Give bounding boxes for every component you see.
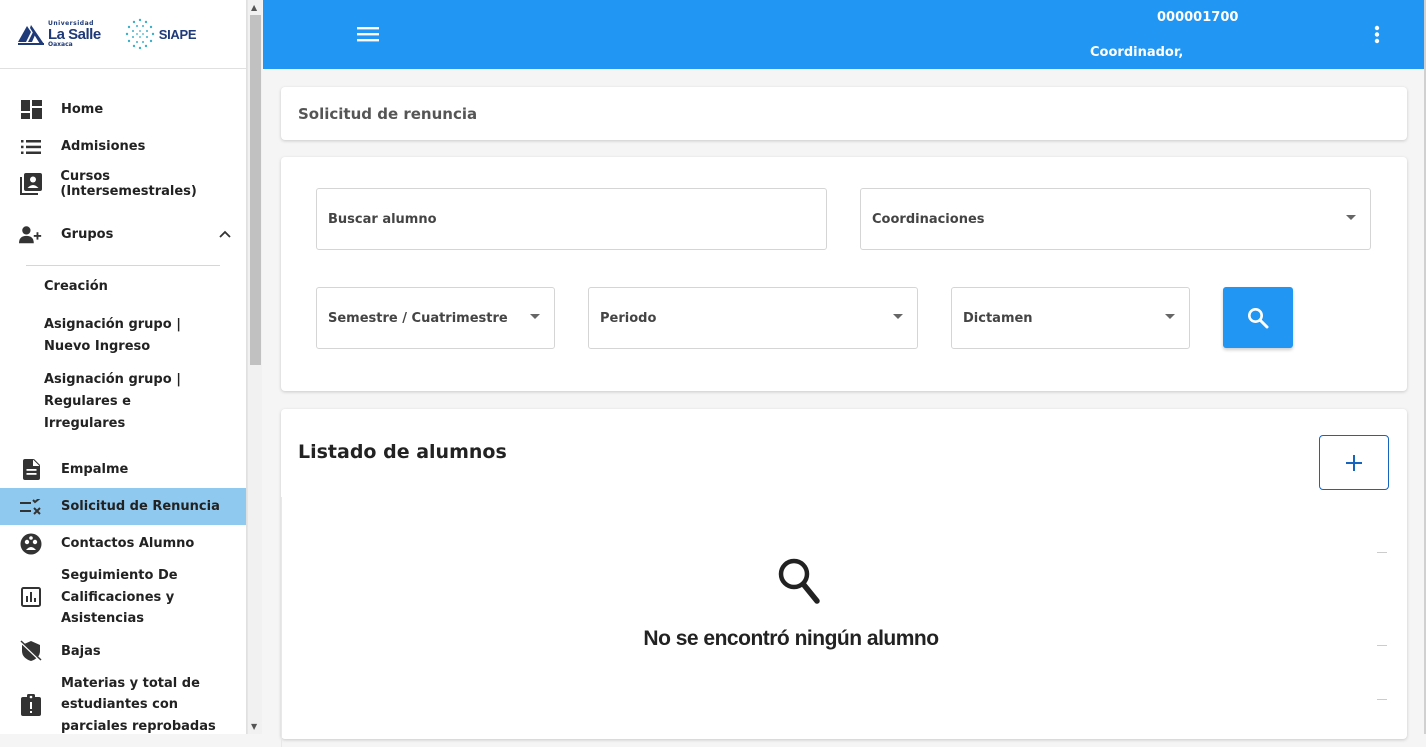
dropdown-arrow-icon <box>1346 215 1356 220</box>
periodo-label: Periodo <box>600 310 657 326</box>
search-button[interactable] <box>1223 287 1293 348</box>
top-app-bar: 000001700 Coordinador, <box>263 0 1424 69</box>
chevron-up-icon[interactable] <box>219 227 231 242</box>
sidebar-item-label: Materias y total de estudiantes con parc… <box>61 675 216 734</box>
add-button[interactable] <box>1319 435 1389 490</box>
divider-mark <box>1377 699 1387 700</box>
siape-dots-icon <box>125 18 154 50</box>
divider-mark <box>1377 552 1387 553</box>
sidebar-item-solicitud-renuncia[interactable]: Solicitud de Renuncia <box>0 488 246 525</box>
search-student-placeholder: Buscar alumno <box>328 211 437 227</box>
sidebar-subitem-creacion[interactable]: Creación <box>0 270 246 304</box>
plus-icon <box>1346 454 1362 471</box>
sidebar-item-label: Empalme <box>61 462 129 477</box>
group-circle-icon <box>19 532 43 556</box>
shield-off-icon <box>19 639 43 663</box>
student-list-card: Listado de alumnos No se encontró ningún… <box>281 409 1407 747</box>
scroll-up-arrow-icon[interactable]: ▲ <box>251 3 257 12</box>
dropdown-arrow-icon <box>530 314 540 319</box>
sidebar-item-home[interactable]: Home <box>0 91 246 128</box>
sidebar-item-label: Grupos <box>61 227 114 242</box>
sidebar-subitem-label: Asignación grupo | Nuevo Ingreso <box>44 317 181 354</box>
sidebar: Universidad La Salle Oaxaca SIAPE Home A… <box>0 0 247 734</box>
sidebar-subitem-label: Creación <box>44 279 108 294</box>
rule-icon <box>19 495 43 519</box>
lasalle-wordmark: Universidad La Salle Oaxaca <box>48 20 101 48</box>
empty-search-icon <box>778 558 820 604</box>
sidebar-item-cursos[interactable]: Cursos (Intersemestrales) <box>0 165 246 202</box>
user-id: 000001700 <box>1157 10 1239 25</box>
university-city: Oaxaca <box>48 40 73 48</box>
clipboard-alert-icon <box>19 693 43 717</box>
sidebar-item-admisiones[interactable]: Admisiones <box>0 128 246 165</box>
coordinaciones-label: Coordinaciones <box>872 211 985 227</box>
sidebar-item-materias-reprobadas[interactable]: Materias y total de estudiantes con parc… <box>0 670 246 735</box>
page-title: Solicitud de renuncia <box>298 104 478 123</box>
list-icon <box>19 135 43 159</box>
menu-icon[interactable] <box>357 26 381 46</box>
more-vert-icon[interactable] <box>1369 22 1385 46</box>
dictamen-select[interactable]: Dictamen <box>951 287 1190 349</box>
siape-wordmark: SIAPE <box>158 26 197 42</box>
sidebar-item-label: Contactos Alumno <box>61 536 195 551</box>
list-divider <box>281 497 282 747</box>
dashboard-icon <box>19 98 43 122</box>
sidebar-item-grupos[interactable]: Grupos <box>0 216 246 253</box>
contact-book-icon <box>19 172 42 196</box>
university-name: La Salle <box>48 25 101 43</box>
sidebar-item-label: Cursos (Intersemestrales) <box>60 168 197 199</box>
dropdown-arrow-icon <box>893 314 903 319</box>
lasalle-mark-icon <box>18 25 44 45</box>
coordinaciones-select[interactable]: Coordinaciones <box>860 188 1371 250</box>
sidebar-item-label: Seguimiento De Calificaciones y Asistenc… <box>61 568 178 626</box>
sidebar-item-label: Home <box>61 102 104 117</box>
user-role: Coordinador, <box>1090 45 1184 60</box>
search-icon <box>1248 307 1269 328</box>
dropdown-arrow-icon <box>1165 314 1175 319</box>
logo-bar: Universidad La Salle Oaxaca SIAPE <box>0 0 246 69</box>
divider-mark <box>1377 645 1387 646</box>
submenu-divider <box>26 265 220 266</box>
sidebar-item-empalme[interactable]: Empalme <box>0 451 246 488</box>
sidebar-scrollbar[interactable]: ▲ ▼ <box>247 0 262 734</box>
list-title: Listado de alumnos <box>298 441 507 463</box>
sidebar-item-contactos-alumno[interactable]: Contactos Alumno <box>0 525 246 562</box>
filters-card: Buscar alumno Coordinaciones Semestre / … <box>281 157 1407 391</box>
lasalle-logo[interactable]: Universidad La Salle Oaxaca <box>18 20 101 48</box>
sidebar-item-label: Admisiones <box>61 139 146 154</box>
sidebar-subitem-regulares[interactable]: Asignación grupo | Regulares e Irregular… <box>0 358 210 435</box>
page-title-card: Solicitud de renuncia <box>281 87 1407 140</box>
sidebar-nav: Home Admisiones Cursos (Intersemestrales… <box>0 69 246 734</box>
person-add-icon <box>19 223 43 247</box>
scroll-down-arrow-icon[interactable]: ▼ <box>251 722 257 731</box>
sidebar-item-seguimiento[interactable]: Seguimiento De Calificaciones y Asistenc… <box>0 562 246 633</box>
siape-logo[interactable]: SIAPE <box>123 17 197 51</box>
sidebar-subitem-label: Asignación grupo | Regulares e Irregular… <box>44 372 181 431</box>
sidebar-item-label: Solicitud de Renuncia <box>61 499 220 514</box>
sidebar-item-label: Bajas <box>61 643 101 659</box>
empty-state-message: No se encontró ningún alumno <box>643 627 939 650</box>
scrollbar-thumb[interactable] <box>250 15 261 365</box>
sidebar-item-bajas[interactable]: Bajas <box>0 633 246 670</box>
sidebar-subitem-nuevo-ingreso[interactable]: Asignación grupo | Nuevo Ingreso <box>0 304 200 358</box>
semestre-label: Semestre / Cuatrimestre <box>328 310 508 326</box>
chart-box-icon <box>19 585 43 609</box>
semestre-select[interactable]: Semestre / Cuatrimestre <box>316 287 555 349</box>
search-student-input[interactable]: Buscar alumno <box>316 188 827 250</box>
dictamen-label: Dictamen <box>963 310 1033 326</box>
document-icon <box>19 458 43 482</box>
periodo-select[interactable]: Periodo <box>588 287 918 349</box>
